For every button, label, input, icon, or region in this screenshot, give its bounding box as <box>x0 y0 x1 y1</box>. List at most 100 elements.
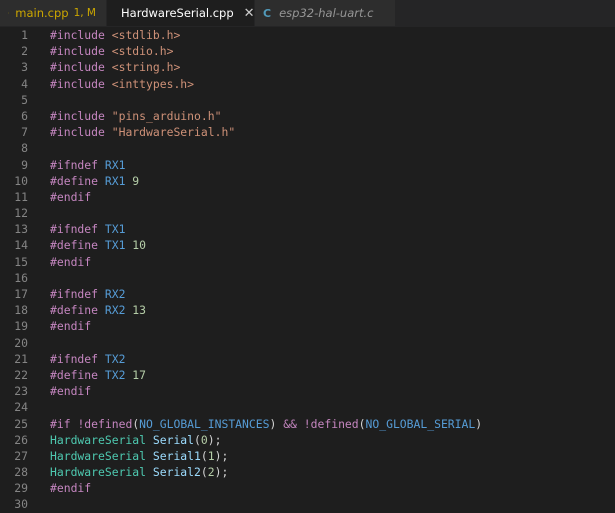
code-line[interactable]: 11 #endif <box>0 189 615 205</box>
code-line[interactable]: 8 <box>0 140 615 156</box>
code-token: #include <box>50 60 105 75</box>
code-token: #endif <box>50 319 92 334</box>
code-line[interactable]: 30 <box>0 496 615 512</box>
code-token: #include <box>50 125 105 140</box>
code-line[interactable]: 2 #include <stdio.h> <box>0 43 615 59</box>
code-token: #include <box>50 108 105 123</box>
line-number: 22 <box>14 367 28 382</box>
code-line[interactable]: 26 HardwareSerial Serial(0); <box>0 432 615 448</box>
code-text: #define TX2 17 <box>50 367 146 383</box>
code-line[interactable]: 23 #endif <box>0 383 615 399</box>
tab-esp32-hal-uart-c[interactable]: C esp32-hal-uart.c <box>255 0 396 26</box>
code-line[interactable]: 21 #ifndef TX2 <box>0 351 615 367</box>
code-token: 0 <box>200 432 208 447</box>
code-text: HardwareSerial Serial(0); <box>50 432 221 448</box>
code-line[interactable]: 18 #define RX2 13 <box>0 302 615 318</box>
code-line[interactable]: 28 HardwareSerial Serial2(2); <box>0 464 615 480</box>
code-text: #define RX2 13 <box>50 302 146 318</box>
code-token: ( <box>200 448 208 463</box>
code-token: && <box>283 416 297 431</box>
code-line[interactable]: 29 #endif <box>0 480 615 496</box>
line-number: 15 <box>14 254 28 269</box>
code-text: #define TX1 10 <box>50 237 146 253</box>
code-token: ) <box>475 416 483 431</box>
line-number: 19 <box>14 319 28 334</box>
tab-hardwareserial-cpp[interactable]: HardwareSerial.cpp ✕ <box>107 0 255 26</box>
code-line[interactable]: 4 #include <inttypes.h> <box>0 76 615 92</box>
code-token: #define <box>50 238 99 253</box>
code-text: #ifndef RX1 <box>50 157 125 173</box>
line-number: 5 <box>21 92 28 107</box>
code-line[interactable]: 6 #include "pins_arduino.h" <box>0 108 615 124</box>
code-text: #include <inttypes.h> <box>50 76 194 92</box>
code-token: Serial2 <box>152 465 201 480</box>
code-token: 1 <box>207 448 215 463</box>
code-token: ) <box>269 416 284 431</box>
code-line[interactable]: 16 <box>0 270 615 286</box>
code-text: #ifndef RX2 <box>50 286 125 302</box>
code-line[interactable]: 1 #include <stdlib.h> <box>0 27 615 43</box>
code-line[interactable]: 15 #endif <box>0 254 615 270</box>
line-number: 23 <box>14 384 28 399</box>
code-line[interactable]: 5 <box>0 92 615 108</box>
line-number: 9 <box>21 157 28 172</box>
code-token: #if <box>50 416 71 431</box>
line-number: 6 <box>21 108 28 123</box>
code-token: 2 <box>207 465 215 480</box>
code-token: #define <box>50 367 99 382</box>
c-file-icon: C <box>263 6 272 20</box>
line-number: 2 <box>21 44 28 59</box>
code-token: #endif <box>50 189 92 204</box>
code-line[interactable]: 10 #define RX1 9 <box>0 173 615 189</box>
code-token: #include <box>50 76 105 91</box>
code-token: RX1 <box>98 173 126 188</box>
code-line[interactable]: 22 #define TX2 17 <box>0 367 615 383</box>
close-icon[interactable]: ✕ <box>244 7 255 20</box>
code-line[interactable]: 19 #endif <box>0 318 615 334</box>
code-line[interactable]: 13 #ifndef TX1 <box>0 221 615 237</box>
code-token: ( <box>200 465 208 480</box>
code-token: #define <box>50 303 99 318</box>
code-line[interactable]: 24 <box>0 399 615 415</box>
code-token: <stdlib.h> <box>104 28 181 42</box>
code-token: #include <box>50 28 105 42</box>
code-token: TX2 <box>98 367 126 382</box>
code-token: ); <box>214 448 229 463</box>
code-line[interactable]: 20 <box>0 335 615 351</box>
code-text: #define RX1 9 <box>50 173 139 189</box>
code-token: ( <box>358 416 366 431</box>
code-token: HardwareSerial <box>50 432 147 447</box>
line-number: 21 <box>14 351 28 366</box>
line-number: 27 <box>14 448 28 463</box>
line-number: 25 <box>14 416 28 431</box>
code-line[interactable]: 25 #if !defined(NO_GLOBAL_INSTANCES) && !… <box>0 416 615 432</box>
code-token: <stdio.h> <box>104 44 174 59</box>
code-line[interactable]: 14 #define TX1 10 <box>0 237 615 253</box>
code-text: #include "pins_arduino.h" <box>50 108 221 124</box>
code-line[interactable]: 7 #include "HardwareSerial.h" <box>0 124 615 140</box>
code-line[interactable]: 9 #ifndef RX1 <box>0 157 615 173</box>
code-token: Serial <box>152 432 195 447</box>
line-number: 26 <box>14 432 28 447</box>
tab-main-cpp[interactable]: main.cpp 1, M <box>0 0 107 26</box>
code-line[interactable]: 27 HardwareSerial Serial1(1); <box>0 448 615 464</box>
code-line[interactable]: 17 #ifndef RX2 <box>0 286 615 302</box>
line-number: 10 <box>14 173 28 188</box>
code-text: #include "HardwareSerial.h" <box>50 124 235 140</box>
code-text: #ifndef TX1 <box>50 221 125 237</box>
code-token: #ifndef <box>50 222 99 237</box>
code-line[interactable]: 3 #include <string.h> <box>0 59 615 75</box>
line-number: 1 <box>21 28 28 42</box>
line-number: 24 <box>14 400 28 415</box>
problems-badge: 1, M <box>73 7 96 19</box>
line-number: 16 <box>14 270 28 285</box>
line-number: 8 <box>21 141 28 156</box>
code-line[interactable]: 12 <box>0 205 615 221</box>
line-number: 3 <box>21 60 28 75</box>
code-token: #ifndef <box>50 351 99 366</box>
code-token: <inttypes.h> <box>104 76 195 91</box>
code-editor[interactable]: 1 #include <stdlib.h> 2 #include <stdio.h> 3… <box>0 27 615 513</box>
code-token: TX1 <box>98 222 126 237</box>
